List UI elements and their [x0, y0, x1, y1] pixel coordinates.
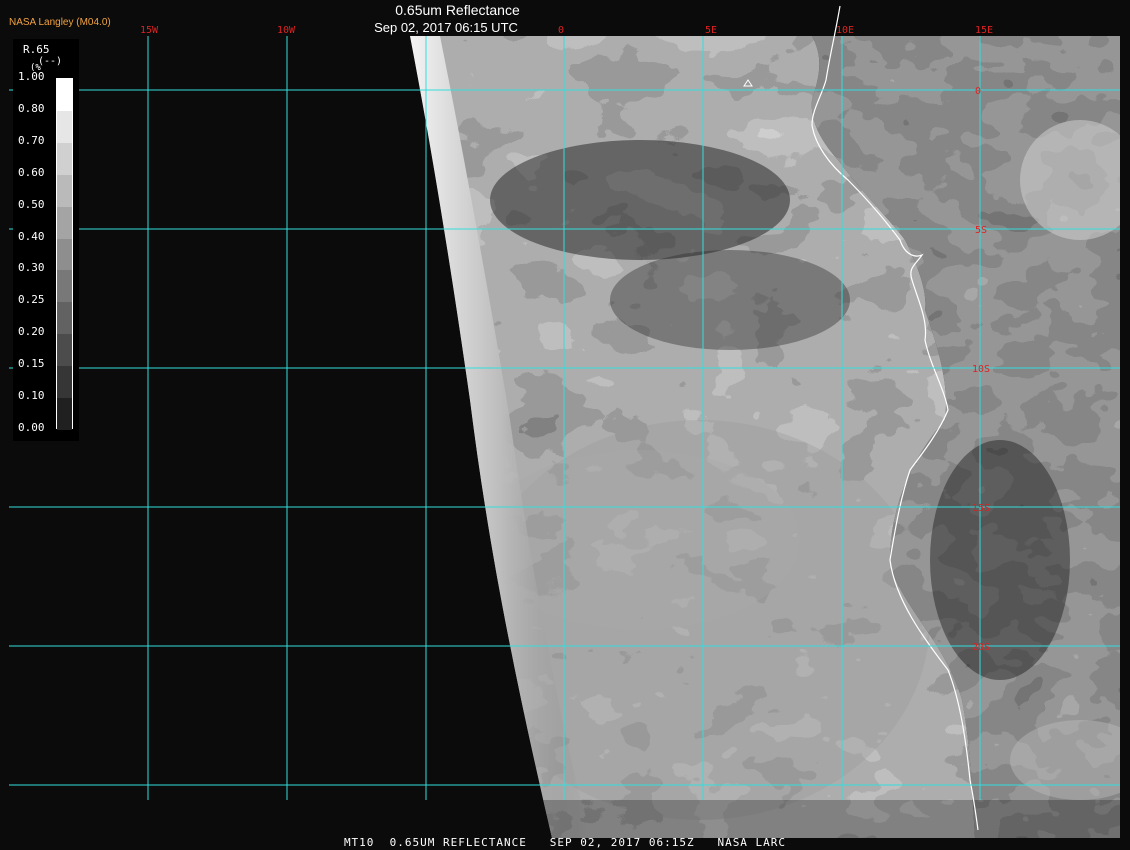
colorbar-segment: [57, 174, 72, 208]
lon-label-15e: 15E: [975, 25, 993, 36]
colorbar-segment: [57, 110, 72, 144]
colorbar-tick-label: 0.10: [18, 389, 45, 403]
colorbar-tick-label: 1.00: [18, 70, 45, 83]
colorbar-tick-label: 0.60: [18, 165, 45, 179]
colorbar-segment: [57, 366, 72, 399]
lat-label-15s: 15S: [972, 503, 990, 514]
colorbar-tick-label: 0.00: [18, 421, 45, 434]
colorbar-title: R.65: [23, 43, 50, 56]
footer-caption: MT10 0.65UM REFLECTANCE SEP 02, 2017 06:…: [343, 836, 787, 849]
colorbar-ramp: [56, 78, 73, 431]
colorbar-segment: [57, 238, 72, 271]
lat-label-20s: 20S: [972, 642, 990, 653]
image-title: 0.65um Reflectance: [395, 2, 520, 18]
colorbar-segment: [57, 334, 72, 367]
colorbar-tick-label: 0.15: [18, 357, 45, 371]
satellite-image: 15W 10W 0 5E 10E 15E 0 5S 10S 15S 20S: [0, 0, 1130, 850]
colorbar-unit: (--): [38, 56, 63, 67]
lat-label-0: 0: [975, 86, 981, 97]
colorbar-tick-label: 0.80: [18, 101, 45, 115]
colorbar-segment: [57, 79, 72, 112]
colorbar-tick-label: 0.50: [18, 197, 45, 211]
colorbar-tick-label: 0.25: [18, 293, 45, 307]
colorbar-segment: [57, 270, 72, 303]
colorbar-segment: [57, 302, 72, 335]
colorbar-segment: [57, 142, 72, 176]
colorbar-segment: [57, 398, 72, 431]
colorbar-tick-label: 0.30: [18, 261, 45, 275]
colorbar-tick-label: 0.40: [18, 229, 45, 243]
satellite-imagery-view: 15W 10W 0 5E 10E 15E 0 5S 10S 15S 20S NA…: [0, 0, 1130, 850]
colorbar-tick-label: 0.70: [18, 133, 45, 147]
colorbar-segment: [57, 206, 72, 240]
lat-label-5s: 5S: [975, 225, 987, 236]
image-timestamp: Sep 02, 2017 06:15 UTC: [374, 20, 518, 35]
lat-label-10s: 10S: [972, 364, 990, 375]
colorbar-tick-label: 0.20: [18, 325, 45, 339]
